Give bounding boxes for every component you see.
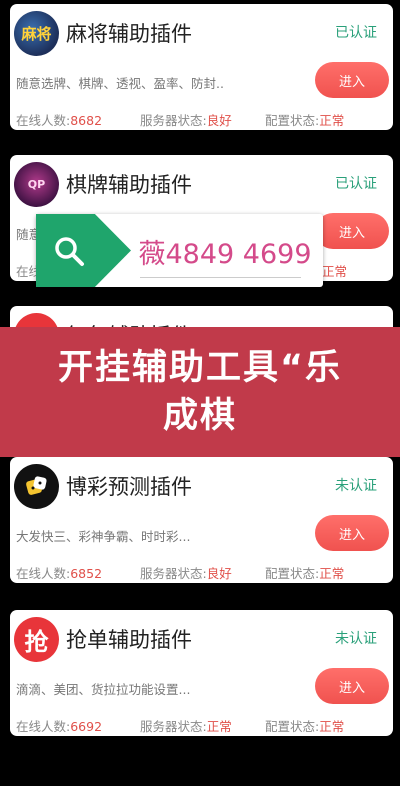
banner-text: 开挂辅助工具“乐成棋 bbox=[57, 348, 342, 436]
plugin-card-lottery: 博彩预测插件 未认证 大发快三、彩神争霸、时时彩... 进入 在线人数:6852… bbox=[10, 457, 393, 583]
search-icon bbox=[55, 236, 84, 266]
cert-badge: 已认证 bbox=[335, 25, 377, 41]
server-status: 服务器状态:正常 bbox=[140, 719, 232, 734]
card-description: 随意选牌、棋牌、透视、盈率、防封.. bbox=[16, 76, 224, 91]
enter-button[interactable]: 进入 bbox=[315, 515, 389, 551]
online-count: 在线人数:8682 bbox=[16, 113, 103, 128]
config-status: 配置状态:正常 bbox=[265, 719, 345, 734]
enter-button[interactable]: 进入 bbox=[315, 62, 389, 98]
casino-avatar-icon: QP bbox=[14, 161, 59, 207]
grab-avatar-icon: 抢 bbox=[14, 616, 59, 662]
divider bbox=[140, 277, 301, 278]
online-count: 在线人数:6692 bbox=[16, 719, 103, 734]
card-description: 大发快三、彩神争霸、时时彩... bbox=[16, 529, 191, 544]
online-count: 在线人数:6852 bbox=[16, 566, 103, 581]
title-banner: 开挂辅助工具“乐成棋 bbox=[0, 327, 400, 457]
card-description: 滴滴、美团、货拉拉功能设置... bbox=[16, 682, 191, 697]
card-header: 博彩预测插件 bbox=[14, 461, 192, 511]
contact-popup[interactable]: 薇4849 4699 bbox=[36, 214, 323, 287]
server-status: 服务器状态:良好 bbox=[140, 566, 232, 581]
card-title: 抢单辅助插件 bbox=[66, 628, 192, 652]
server-status: 服务器状态:良好 bbox=[140, 113, 232, 128]
config-status: 配置状态:正常 bbox=[265, 113, 345, 128]
cert-badge: 未认证 bbox=[335, 631, 377, 647]
config-status: 配置状态:正常 bbox=[265, 566, 345, 581]
config-status: 正常 bbox=[322, 264, 348, 279]
card-title: 博彩预测插件 bbox=[66, 475, 192, 499]
cert-badge: 已认证 bbox=[335, 176, 377, 192]
card-title: 棋牌辅助插件 bbox=[66, 173, 192, 197]
mahjong-avatar-icon: 麻将 bbox=[14, 10, 59, 56]
card-header: 抢 抢单辅助插件 bbox=[14, 614, 192, 664]
enter-button[interactable]: 进入 bbox=[315, 668, 389, 704]
card-header: QP 棋牌辅助插件 bbox=[14, 159, 192, 209]
card-header: 麻将 麻将辅助插件 bbox=[14, 8, 192, 58]
contact-id-text: 薇4849 4699 bbox=[138, 239, 312, 270]
dice-avatar-icon bbox=[14, 463, 59, 509]
plugin-card-grab-order: 抢 抢单辅助插件 未认证 滴滴、美团、货拉拉功能设置... 进入 在线人数:66… bbox=[10, 610, 393, 736]
search-tab[interactable] bbox=[36, 214, 131, 287]
card-title: 麻将辅助插件 bbox=[66, 22, 192, 46]
plugin-card-mahjong: 麻将 麻将辅助插件 已认证 随意选牌、棋牌、透视、盈率、防封.. 进入 在线人数… bbox=[10, 4, 393, 130]
enter-button[interactable]: 进入 bbox=[315, 213, 389, 249]
cert-badge: 未认证 bbox=[335, 478, 377, 494]
